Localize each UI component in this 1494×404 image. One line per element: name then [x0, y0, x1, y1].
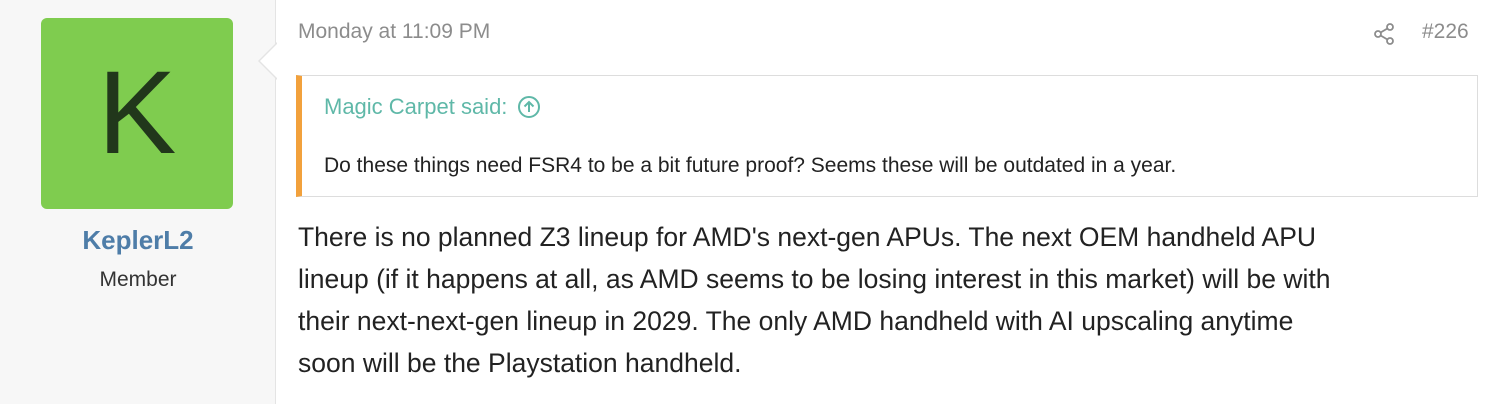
quote-block: Magic Carpet said: Do these things need …: [296, 75, 1478, 197]
message-body: There is no planned Z3 lineup for AMD's …: [298, 216, 1483, 384]
message-line: soon will be the Playstation handheld.: [298, 348, 742, 378]
quote-author-label: Magic Carpet said:: [324, 94, 508, 119]
share-icon[interactable]: [1372, 22, 1396, 46]
message-line: their next-next-gen lineup in 2029. The …: [298, 306, 1294, 336]
quote-text: Do these things need FSR4 to be a bit fu…: [324, 154, 1177, 177]
arrow-up-circle-icon[interactable]: [517, 95, 541, 119]
username-link[interactable]: KeplerL2: [0, 225, 276, 256]
quote-author-link[interactable]: Magic Carpet said:: [324, 94, 541, 120]
user-title: Member: [99, 268, 177, 291]
message-line: There is no planned Z3 lineup for AMD's …: [298, 222, 1317, 252]
user-info-panel: K KeplerL2 Member: [0, 0, 276, 404]
message-pointer-arrow-fill: [260, 43, 278, 79]
forum-post: K KeplerL2 Member Monday at 11:09 PM #22…: [0, 0, 1494, 404]
avatar[interactable]: K: [41, 18, 233, 209]
message-line: lineup (if it happens at all, as AMD see…: [298, 264, 1331, 294]
post-date-link[interactable]: Monday at 11:09 PM: [298, 20, 490, 44]
post-number-link[interactable]: #226: [1422, 20, 1469, 44]
